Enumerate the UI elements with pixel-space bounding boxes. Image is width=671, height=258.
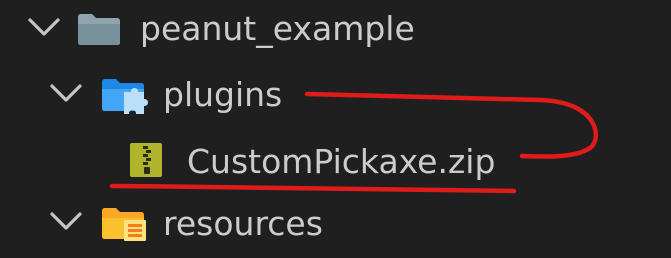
chevron-down-icon[interactable] bbox=[26, 14, 62, 42]
tree-item-label: CustomPickaxe.zip bbox=[187, 142, 496, 181]
folder-icon bbox=[78, 14, 120, 45]
resources-folder-icon bbox=[102, 208, 146, 241]
chevron-down-icon[interactable] bbox=[48, 80, 84, 108]
tree-item-peanut-example[interactable]: peanut_example bbox=[0, 0, 671, 60]
tree-item-custompickaxe-zip[interactable]: CustomPickaxe.zip bbox=[0, 130, 671, 190]
chevron-down-icon[interactable] bbox=[48, 208, 84, 236]
zip-file-icon bbox=[130, 143, 162, 177]
tree-item-label: resources bbox=[163, 204, 323, 243]
tree-item-resources[interactable]: resources bbox=[0, 194, 671, 254]
tree-item-plugins[interactable]: plugins bbox=[0, 66, 671, 126]
tree-item-label: peanut_example bbox=[140, 9, 415, 48]
tree-item-label: plugins bbox=[163, 75, 283, 114]
plugin-folder-icon bbox=[102, 79, 148, 114]
